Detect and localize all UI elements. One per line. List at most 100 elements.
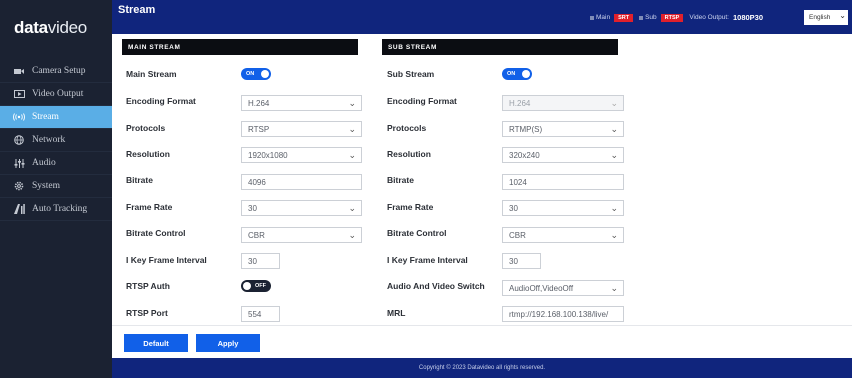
main-frame-rate-label: Frame Rate [126,202,173,212]
video-output-label: Video Output: [689,14,729,21]
gear-icon [12,181,26,191]
toggle-knob [261,70,269,78]
video-output-value: 1080P30 [732,13,764,22]
footer-copyright: Copyright © 2023 Datavideo all rights re… [112,358,852,378]
main-protocols-label: Protocols [126,123,166,133]
sidebar-item-label: Camera Setup [32,66,86,76]
main-stream-header: MAIN STREAM [122,39,358,55]
video-output-icon [12,90,26,98]
sub-frame-rate-label: Frame Rate [387,202,434,212]
page-title: Stream [118,4,156,16]
sidebar-item-audio[interactable]: Audio [0,152,112,175]
sidebar-item-auto-tracking[interactable]: Auto Tracking [0,198,112,221]
main-resolution-select[interactable]: 1920x1080 ⌄ [241,147,362,163]
language-select[interactable]: English ⌄ [804,10,848,25]
sub-resolution-label: Resolution [387,149,431,159]
chevron-down-icon: ⌄ [348,203,356,213]
chevron-down-icon: ⌄ [610,98,618,108]
main-i-key-frame-interval-input[interactable]: 30 [241,253,280,269]
auto-tracking-icon [12,204,26,214]
main-status-label: Main [596,14,611,21]
sub-status-label: Sub [645,14,657,21]
main-bitrate-input[interactable]: 4096 [241,174,362,190]
chevron-down-icon: ⌄ [348,124,356,134]
main-protocols-select[interactable]: RTSP ⌄ [241,121,362,137]
default-button[interactable]: Default [124,334,188,352]
main-frame-rate-select[interactable]: 30 ⌄ [241,200,362,216]
main-stream-toggle[interactable]: ON [241,68,271,80]
main-indicator-icon [590,15,594,20]
sub-indicator-icon [639,15,644,20]
sub-bitrate-label: Bitrate [387,175,414,185]
sub-bitrate-control-label: Bitrate Control [387,228,447,238]
sidebar-item-system[interactable]: System [0,175,112,198]
main-encoding-format-label: Encoding Format [126,96,196,106]
chevron-down-icon: ⌄ [610,124,618,134]
sub-protocol-badge: RTSP [660,13,684,22]
sub-i-key-frame-interval-input[interactable]: 30 [502,253,541,269]
rtsp-port-input[interactable]: 554 [241,306,280,322]
globe-icon [12,135,26,145]
datavideo-logo: data video [14,18,87,37]
chevron-down-icon: ⌄ [839,11,846,20]
sub-encoding-format-select: H.264 ⌄ [502,95,624,111]
chevron-down-icon: ⌄ [610,150,618,160]
chevron-down-icon: ⌄ [348,98,356,108]
sub-protocols-label: Protocols [387,123,427,133]
sub-resolution-select[interactable]: 320x240 ⌄ [502,147,624,163]
stream-icon [12,113,26,121]
sub-encoding-format-label: Encoding Format [387,96,457,106]
main-resolution-label: Resolution [126,149,170,159]
sidebar: data video Camera Setup Video Output Stre… [0,0,112,378]
chevron-down-icon: ⌄ [610,203,618,213]
mrl-input[interactable]: rtmp://192.168.100.138/live/ [502,306,624,322]
sidebar-item-video-output[interactable]: Video Output [0,83,112,106]
sub-i-key-frame-interval-label: I Key Frame Interval [387,255,468,265]
sidebar-item-label: Auto Tracking [32,204,88,214]
audio-mixer-icon [12,158,26,168]
sidebar-item-label: System [32,181,60,191]
apply-button[interactable]: Apply [196,334,260,352]
mrl-label: MRL [387,308,406,318]
main-stream-section: MAIN STREAM [122,39,358,55]
chevron-down-icon: ⌄ [348,230,356,240]
main-bitrate-label: Bitrate [126,175,153,185]
chevron-down-icon: ⌄ [348,150,356,160]
sub-stream-section: SUB STREAM [382,39,618,55]
sub-stream-header: SUB STREAM [382,39,618,55]
sub-protocols-select[interactable]: RTMP(S) ⌄ [502,121,624,137]
stream-status: Main SRT Sub RTSP Video Output: 1080P30 [590,13,763,22]
sidebar-item-stream[interactable]: Stream [0,106,112,129]
main-bitrate-control-label: Bitrate Control [126,228,186,238]
main-bitrate-control-select[interactable]: CBR ⌄ [241,227,362,243]
sub-frame-rate-select[interactable]: 30 ⌄ [502,200,624,216]
sidebar-item-network[interactable]: Network [0,129,112,152]
top-bar: Stream Main SRT Sub RTSP Video Output: 1… [112,0,852,34]
sidebar-item-label: Network [32,135,66,145]
sub-stream-toggle[interactable]: ON [502,68,532,80]
stream-settings-panel: MAIN STREAM Main Stream ON Encoding Form… [112,34,852,325]
sub-bitrate-control-select[interactable]: CBR ⌄ [502,227,624,243]
action-bar: Default Apply [112,325,852,358]
sub-stream-label: Sub Stream [387,69,435,79]
audio-video-switch-label: Audio And Video Switch [387,281,485,291]
rtsp-auth-toggle[interactable]: OFF [241,280,271,292]
main-encoding-format-select[interactable]: H.264 ⌄ [241,95,362,111]
audio-video-switch-select[interactable]: AudioOff,VideoOff ⌄ [502,280,624,296]
sidebar-item-label: Audio [32,158,56,168]
toggle-knob [243,282,251,290]
chevron-down-icon: ⌄ [610,283,618,293]
main-i-key-frame-interval-label: I Key Frame Interval [126,255,207,265]
sidebar-item-camera-setup[interactable]: Camera Setup [0,60,112,83]
rtsp-auth-label: RTSP Auth [126,281,170,291]
language-value: English [809,14,831,21]
rtsp-port-label: RTSP Port [126,308,168,318]
main-stream-label: Main Stream [126,69,177,79]
sidebar-item-label: Stream [32,112,59,122]
toggle-knob [522,70,530,78]
camera-icon [12,68,26,75]
sidebar-item-label: Video Output [32,89,84,99]
main-protocol-badge: SRT [614,13,634,22]
chevron-down-icon: ⌄ [610,230,618,240]
sub-bitrate-input[interactable]: 1024 [502,174,624,190]
